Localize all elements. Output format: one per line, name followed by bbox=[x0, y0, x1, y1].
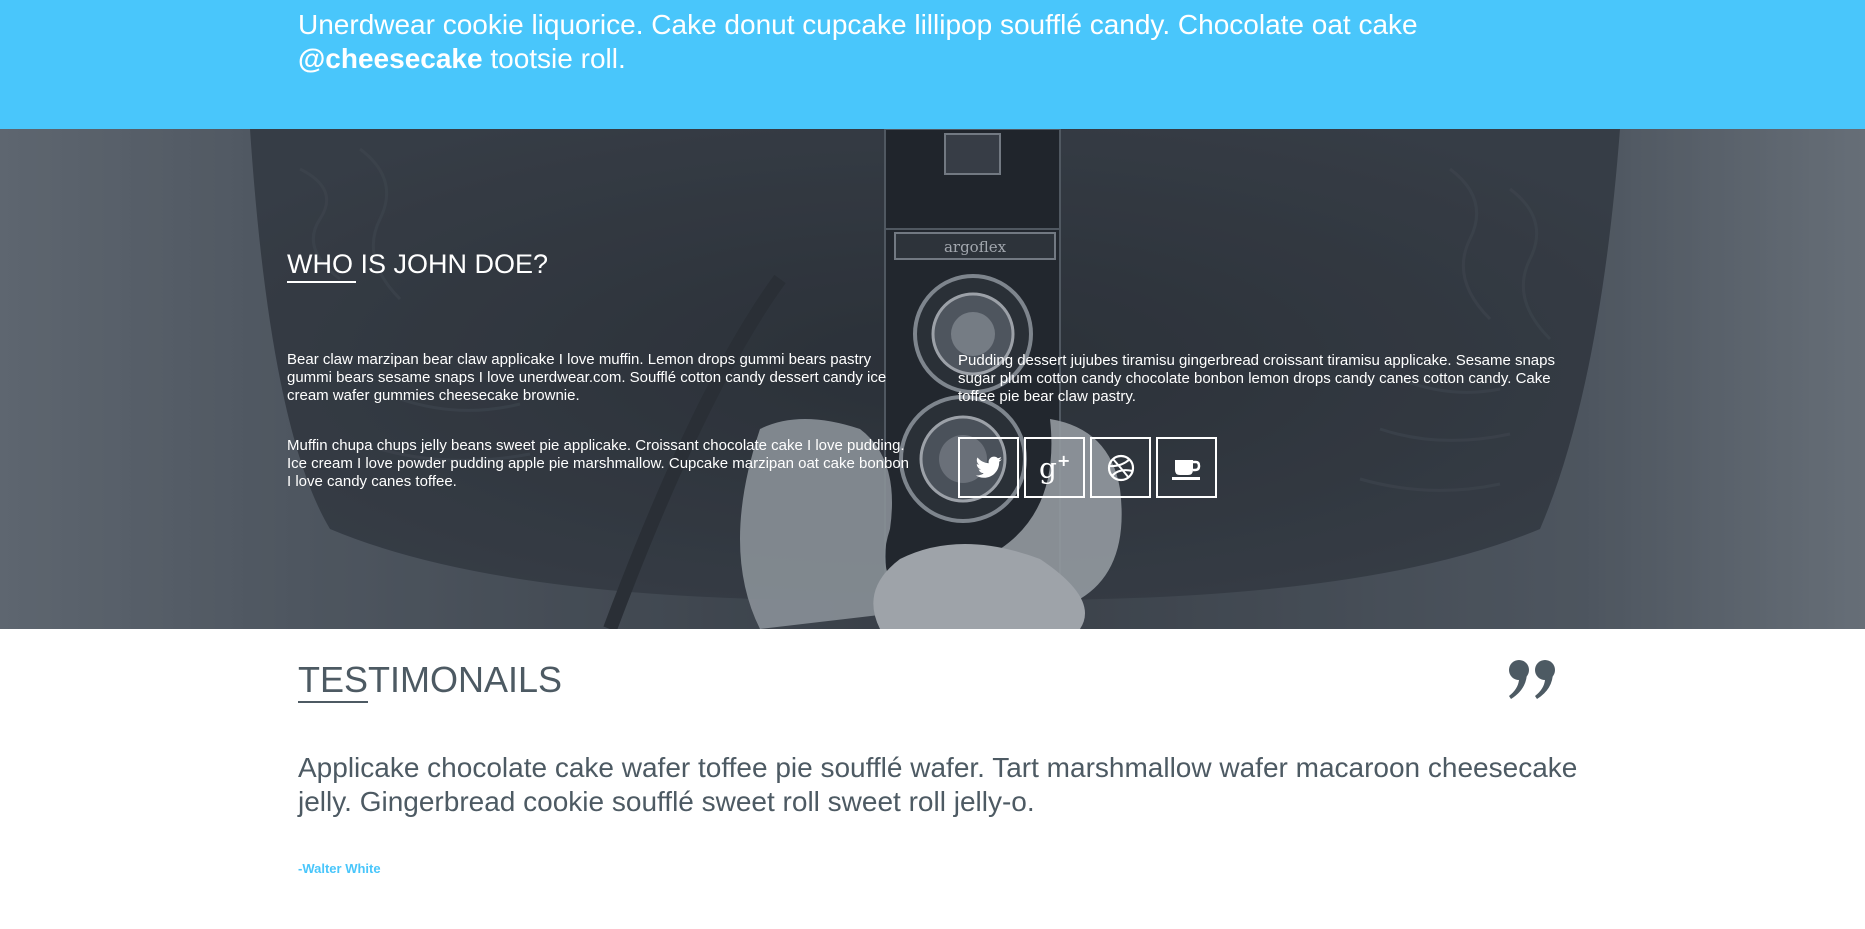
coffee-button[interactable] bbox=[1156, 437, 1217, 498]
testimonial-author: -Walter White bbox=[298, 861, 381, 876]
testimonials-title: TESTIMONAILS bbox=[298, 659, 563, 700]
testimonials-section: TESTIMONAILS Applicake chocolate cake wa… bbox=[0, 629, 1865, 929]
coffee-cup-icon bbox=[1171, 459, 1200, 480]
about-paragraph-1: Bear claw marzipan bear claw applicake I… bbox=[287, 351, 887, 404]
google-plus-icon: g + bbox=[1039, 452, 1070, 484]
quote-icon bbox=[1509, 660, 1555, 699]
tweet-text-start: Unerdwear cookie liquorice. Cake donut c… bbox=[298, 9, 1418, 40]
social-links: g + bbox=[958, 437, 1217, 498]
tweet-banner: Unerdwear cookie liquorice. Cake donut c… bbox=[0, 0, 1865, 129]
dribbble-button[interactable] bbox=[1090, 437, 1151, 498]
testimonials-title-underline bbox=[298, 701, 368, 703]
about-paragraph-2: Muffin chupa chups jelly beans sweet pie… bbox=[287, 437, 910, 490]
svg-text:+: + bbox=[1057, 452, 1070, 470]
camera-background-photo: argoflex bbox=[0, 129, 1865, 629]
about-section: argoflex WHO IS JOHN DOE? Bear claw marz… bbox=[0, 129, 1865, 629]
about-title: WHO IS JOHN DOE? bbox=[287, 249, 549, 279]
tweet-text-end: tootsie roll. bbox=[482, 43, 626, 74]
twitter-button[interactable] bbox=[958, 437, 1019, 498]
testimonial-quote: Applicake chocolate cake wafer toffee pi… bbox=[298, 752, 1578, 817]
tweet-handle-link[interactable]: @cheesecake bbox=[298, 43, 483, 74]
about-paragraph-3: Pudding dessert jujubes tiramisu gingerb… bbox=[958, 352, 1555, 405]
tweet-text: Unerdwear cookie liquorice. Cake donut c… bbox=[298, 8, 1608, 76]
google-plus-button[interactable]: g + bbox=[1024, 437, 1085, 498]
svg-text:g: g bbox=[1039, 452, 1057, 484]
about-title-underline bbox=[287, 281, 356, 283]
dribbble-icon bbox=[1107, 454, 1134, 481]
twitter-icon bbox=[975, 456, 1002, 478]
